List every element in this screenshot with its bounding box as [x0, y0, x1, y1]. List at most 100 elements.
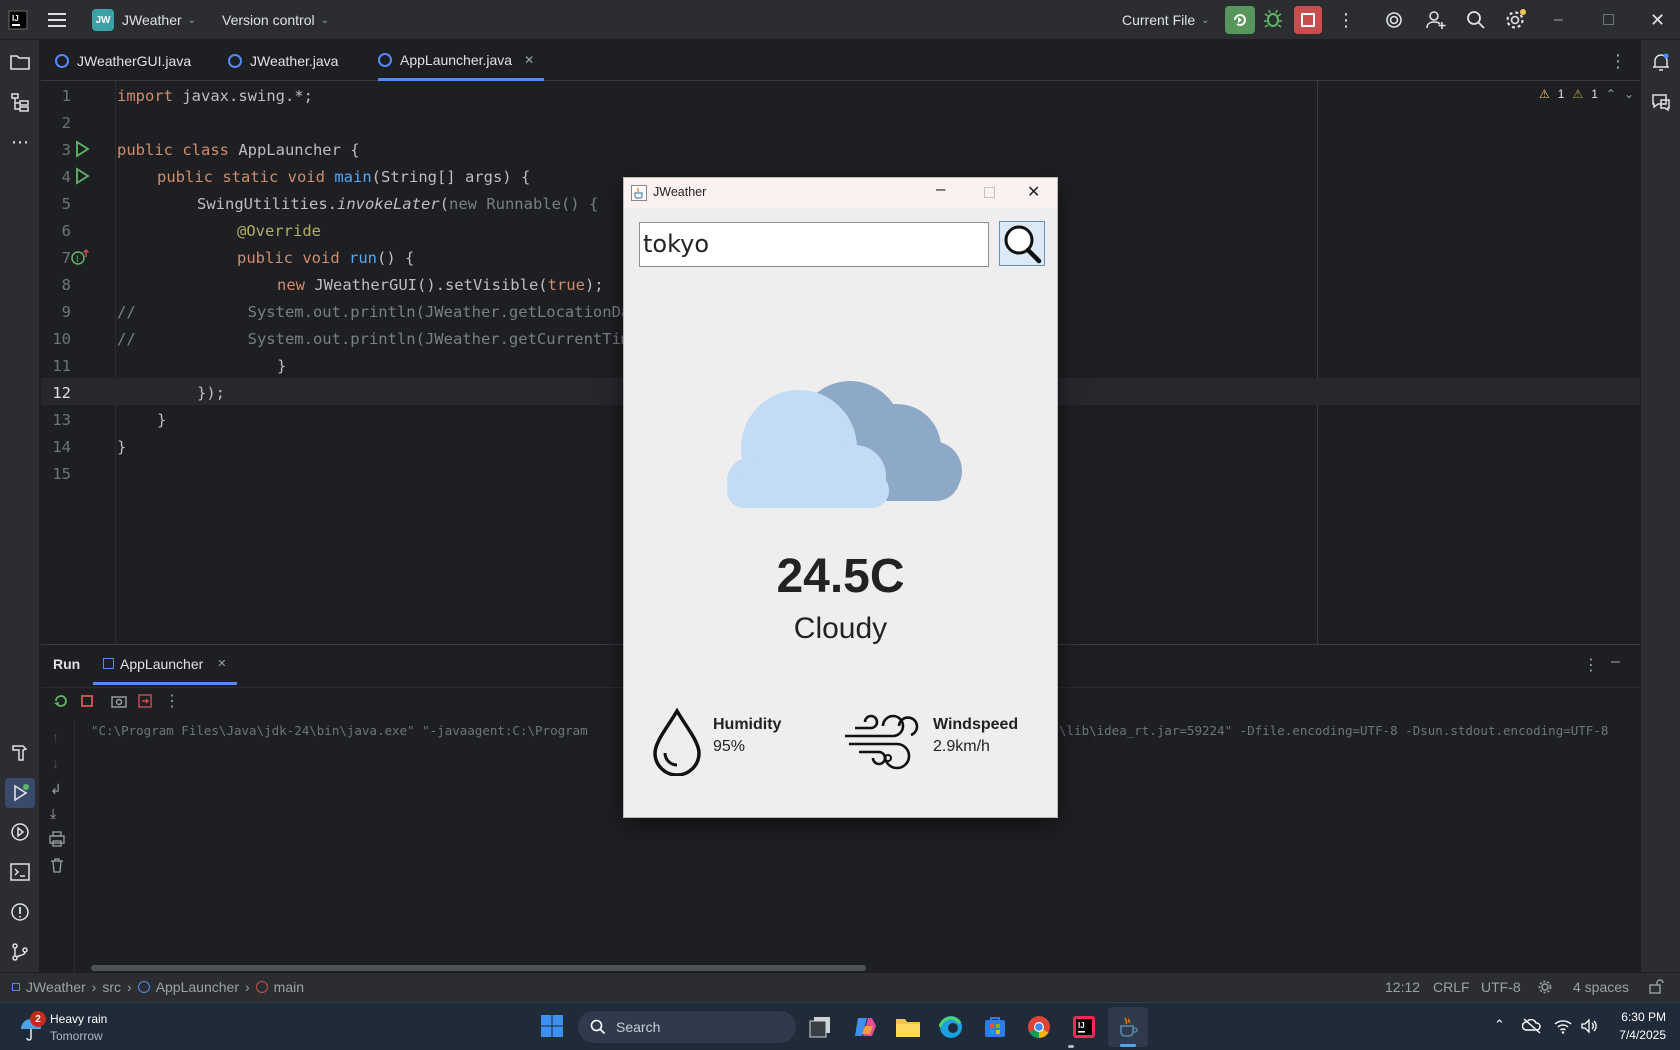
notifications-bell-icon[interactable] [1649, 50, 1673, 74]
override-gutter-icon[interactable]: I [71, 248, 91, 270]
run-gutter-icon[interactable] [74, 167, 90, 189]
line-number: 11 [52, 357, 71, 375]
taskbar-search-box[interactable]: Search [578, 1011, 796, 1043]
close-tab-icon[interactable]: ✕ [217, 657, 226, 670]
more-tools-icon[interactable]: ⋯ [8, 130, 32, 154]
run-tool-icon[interactable] [5, 778, 35, 808]
build-hammer-icon[interactable] [8, 740, 32, 764]
module-icon [12, 983, 20, 991]
right-tool-strip [1640, 40, 1680, 1002]
scroll-down-icon[interactable]: ↓ [52, 755, 59, 771]
add-user-icon[interactable] [1425, 9, 1447, 36]
main-menu-icon[interactable] [48, 0, 68, 40]
run-tab-applauncher[interactable]: AppLauncher ✕ [93, 645, 237, 685]
rerun-icon[interactable] [53, 693, 69, 714]
microsoft-store-icon[interactable] [983, 1015, 1007, 1044]
breadcrumb-item[interactable]: JWeather [26, 979, 86, 995]
line-separator[interactable]: CRLF [1433, 979, 1470, 995]
run-gutter-icon[interactable] [74, 140, 90, 162]
magnifier-icon [1004, 225, 1042, 263]
clock-time[interactable]: 6:30 PM [1606, 1010, 1666, 1024]
services-icon[interactable] [8, 820, 32, 844]
project-switcher[interactable]: JW JWeather ⌄ [92, 0, 196, 40]
settings-gear-icon[interactable] [1504, 9, 1526, 36]
run-config-selector[interactable]: Current File ⌄ [1122, 0, 1210, 40]
weather-widget[interactable]: 2 Heavy rain Tomorrow [16, 1011, 186, 1045]
problems-icon[interactable] [8, 900, 32, 924]
close-window-icon[interactable]: ✕ [1650, 0, 1665, 40]
minimize-window-icon[interactable]: – [1554, 0, 1563, 40]
restore-window-icon[interactable] [1603, 14, 1614, 25]
line-number: 5 [61, 195, 71, 213]
volume-icon[interactable] [1580, 1018, 1598, 1039]
stop-button[interactable] [1294, 6, 1322, 34]
chevron-up-icon[interactable]: ⌃ [1606, 87, 1616, 101]
code-line: new JWeatherGUI().setVisible(true); [277, 276, 604, 294]
wifi-icon[interactable] [1554, 1018, 1572, 1039]
edge-browser-icon[interactable] [938, 1015, 963, 1044]
caret-position[interactable]: 12:12 [1385, 979, 1420, 995]
task-view-icon[interactable] [808, 1015, 832, 1044]
close-icon[interactable]: ✕ [1027, 182, 1040, 202]
scroll-up-icon[interactable]: ↑ [52, 729, 59, 745]
java-app-taskbar-button[interactable] [1108, 1007, 1148, 1047]
tab-jweather[interactable]: JWeather.java [228, 41, 338, 81]
vcs-menu[interactable]: Version control ⌄ [222, 0, 329, 40]
more-actions-icon[interactable]: ⋮ [1337, 0, 1355, 40]
ai-chat-icon[interactable] [1649, 90, 1673, 114]
soft-wrap-icon[interactable]: ↲ [50, 781, 62, 798]
tab-options-icon[interactable]: ⋮ [1609, 41, 1627, 81]
debug-button[interactable] [1263, 8, 1283, 35]
tab-applauncher[interactable]: AppLauncher.java ✕ [378, 41, 545, 81]
exit-icon[interactable] [137, 693, 153, 714]
hide-panel-icon[interactable]: – [1611, 653, 1620, 671]
scroll-to-end-icon[interactable]: ⤓ [50, 805, 56, 822]
intellij-logo-icon[interactable]: IJ [8, 0, 28, 40]
ai-assistant-icon[interactable] [1384, 10, 1404, 35]
inspection-widget[interactable]: ⚠ 1 ⚠ 1 ⌃ ⌄ [1539, 87, 1634, 101]
chevron-down-icon: ⌄ [320, 14, 329, 26]
tab-jweathergui[interactable]: JWeatherGUI.java [55, 41, 191, 81]
chevron-down-icon[interactable]: ⌄ [1624, 87, 1634, 101]
close-tab-icon[interactable]: ✕ [524, 53, 534, 67]
weather-title: Heavy rain [50, 1012, 108, 1026]
bug-icon [1264, 9, 1282, 28]
read-only-lock-icon[interactable] [1648, 979, 1664, 998]
breadcrumb-item[interactable]: main [274, 979, 304, 995]
java-class-icon [378, 52, 392, 67]
structure-icon[interactable] [8, 90, 32, 114]
rerun-button[interactable] [1225, 6, 1255, 34]
horizontal-scrollbar[interactable] [91, 965, 866, 971]
chrome-icon[interactable] [1027, 1015, 1051, 1044]
run-panel-options-icon[interactable]: ⋮ [1583, 655, 1599, 675]
tray-overflow-icon[interactable]: ⌃ [1494, 1017, 1505, 1033]
jweather-title-bar[interactable]: JWeather – ✕ [624, 178, 1057, 208]
clock-date[interactable]: 7/4/2025 [1600, 1028, 1666, 1042]
search-button[interactable] [999, 221, 1045, 266]
copilot-icon[interactable] [852, 1014, 878, 1045]
camera-icon[interactable] [111, 693, 127, 714]
stop-icon[interactable] [81, 695, 93, 707]
minimize-icon[interactable]: – [936, 179, 945, 199]
windows-start-icon[interactable] [540, 1014, 564, 1043]
file-explorer-icon[interactable] [895, 1015, 921, 1044]
windspeed-icon [845, 714, 919, 770]
breadcrumb-item[interactable]: src [102, 979, 121, 995]
code-style-icon[interactable] [1538, 979, 1552, 998]
git-icon[interactable] [8, 940, 32, 964]
line-number: 7 [61, 249, 71, 267]
indent-setting[interactable]: 4 spaces [1573, 979, 1629, 995]
breadcrumb-item[interactable]: AppLauncher [156, 979, 239, 995]
file-encoding[interactable]: UTF-8 [1481, 979, 1521, 995]
city-search-input[interactable]: tokyo [639, 222, 989, 267]
terminal-icon[interactable] [8, 860, 32, 884]
project-folder-icon[interactable] [8, 50, 32, 74]
intellij-taskbar-icon[interactable]: IJ [1072, 1015, 1096, 1044]
onedrive-offline-icon[interactable] [1521, 1017, 1542, 1040]
search-icon[interactable] [1466, 10, 1486, 35]
trash-icon[interactable] [49, 857, 65, 878]
print-icon[interactable] [49, 831, 65, 852]
line-number: 9 [61, 303, 71, 321]
tab-label: JWeatherGUI.java [77, 53, 192, 69]
more-icon[interactable]: ⋮ [164, 691, 180, 711]
